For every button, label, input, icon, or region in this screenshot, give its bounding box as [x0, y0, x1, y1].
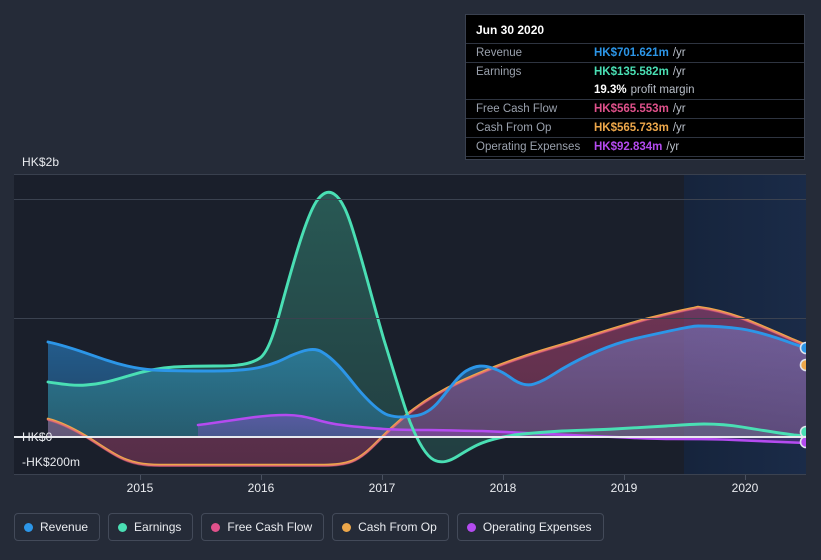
legend-dot-earnings-icon — [118, 522, 128, 532]
legend-item-cash-from-op[interactable]: Cash From Op — [332, 513, 449, 541]
legend-dot-free-cash-flow-icon — [211, 522, 221, 532]
gridline-zero — [14, 436, 806, 438]
tooltip-unit-profit-margin: profit margin — [630, 84, 695, 96]
tooltip-label-revenue: Revenue — [476, 47, 523, 59]
tooltip-value-cash-from-op: HK$565.733m — [594, 122, 669, 134]
x-axis-tick-2016 — [261, 475, 262, 480]
tooltip-row-free-cash-flow: Free Cash Flow HK$565.553m /yr — [466, 99, 804, 118]
y-axis-label-neg200m: -HK$200m — [22, 455, 81, 469]
x-axis-tick-2017 — [382, 475, 383, 480]
legend-item-earnings[interactable]: Earnings — [108, 513, 194, 541]
tooltip-row-earnings: Earnings HK$135.582m /yr — [466, 62, 804, 81]
x-axis-tick-2018 — [503, 475, 504, 480]
tooltip-value-profit-margin: 19.3% — [594, 84, 627, 96]
gridline-neg200m — [14, 474, 806, 475]
tooltip-unit-earnings: /yr — [672, 66, 686, 78]
data-tooltip: Jun 30 2020 Revenue HK$701.621m /yr Earn… — [465, 14, 805, 160]
x-axis-label-2019: 2019 — [610, 481, 638, 495]
tooltip-row-operating-expenses: Operating Expenses HK$92.834m /yr — [466, 137, 804, 157]
gridline-top — [14, 174, 806, 175]
x-axis-label-2017: 2017 — [368, 481, 396, 495]
tooltip-row-profit-margin: 19.3% profit margin — [466, 81, 804, 99]
x-axis-tick-2015 — [140, 475, 141, 480]
y-axis-label-zero: HK$0 — [22, 430, 53, 444]
tooltip-label-free-cash-flow: Free Cash Flow — [476, 103, 558, 115]
legend-item-operating-expenses[interactable]: Operating Expenses — [456, 513, 604, 541]
x-axis-label-2015: 2015 — [126, 481, 154, 495]
legend-item-free-cash-flow[interactable]: Free Cash Flow — [201, 513, 325, 541]
gridline-2b — [14, 199, 806, 200]
revenue-endpoint-dot — [799, 341, 806, 355]
legend-dot-cash-from-op-icon — [342, 522, 352, 532]
legend-label-cash-from-op: Cash From Op — [358, 520, 437, 534]
x-axis-tick-2019 — [624, 475, 625, 480]
chart-canvas — [46, 190, 806, 468]
operating-expenses-endpoint-dot — [799, 435, 806, 449]
tooltip-unit-free-cash-flow: /yr — [672, 103, 686, 115]
legend-label-free-cash-flow: Free Cash Flow — [227, 520, 313, 534]
tooltip-value-revenue: HK$701.621m — [594, 47, 669, 59]
tooltip-unit-revenue: /yr — [672, 47, 686, 59]
tooltip-row-revenue: Revenue HK$701.621m /yr — [466, 43, 804, 62]
x-axis-label-2016: 2016 — [247, 481, 275, 495]
tooltip-value-free-cash-flow: HK$565.553m — [594, 103, 669, 115]
tooltip-row-cash-from-op: Cash From Op HK$565.733m /yr — [466, 118, 804, 137]
tooltip-date: Jun 30 2020 — [476, 23, 545, 37]
legend-dot-operating-expenses-icon — [466, 522, 476, 532]
x-axis-tick-2020 — [745, 475, 746, 480]
cash-from-op-endpoint-dot — [799, 358, 806, 372]
tooltip-value-earnings: HK$135.582m — [594, 66, 669, 78]
legend-label-revenue: Revenue — [40, 520, 89, 534]
tooltip-unit-cash-from-op: /yr — [672, 122, 686, 134]
legend-dot-revenue-icon — [24, 522, 33, 532]
tooltip-label-earnings: Earnings — [476, 66, 522, 78]
financial-history-chart: HK$2b HK$0 -HK$200m 2015 2016 2017 2018 … — [0, 0, 821, 560]
gridline-1b — [14, 318, 806, 319]
tooltip-label-operating-expenses: Operating Expenses — [476, 141, 581, 153]
tooltip-label-cash-from-op: Cash From Op — [476, 122, 552, 134]
legend-label-earnings: Earnings — [134, 520, 182, 534]
legend-label-operating-expenses: Operating Expenses — [482, 520, 592, 534]
tooltip-value-operating-expenses: HK$92.834m — [594, 141, 663, 153]
y-axis-label-2b: HK$2b — [22, 155, 60, 169]
legend-item-revenue[interactable]: Revenue — [14, 513, 101, 541]
x-axis-label-2020: 2020 — [731, 481, 759, 495]
plot-area — [14, 174, 806, 475]
x-axis-label-2018: 2018 — [489, 481, 517, 495]
chart-legend: Revenue Earnings Free Cash Flow Cash Fro… — [14, 513, 604, 541]
tooltip-unit-operating-expenses: /yr — [666, 141, 680, 153]
